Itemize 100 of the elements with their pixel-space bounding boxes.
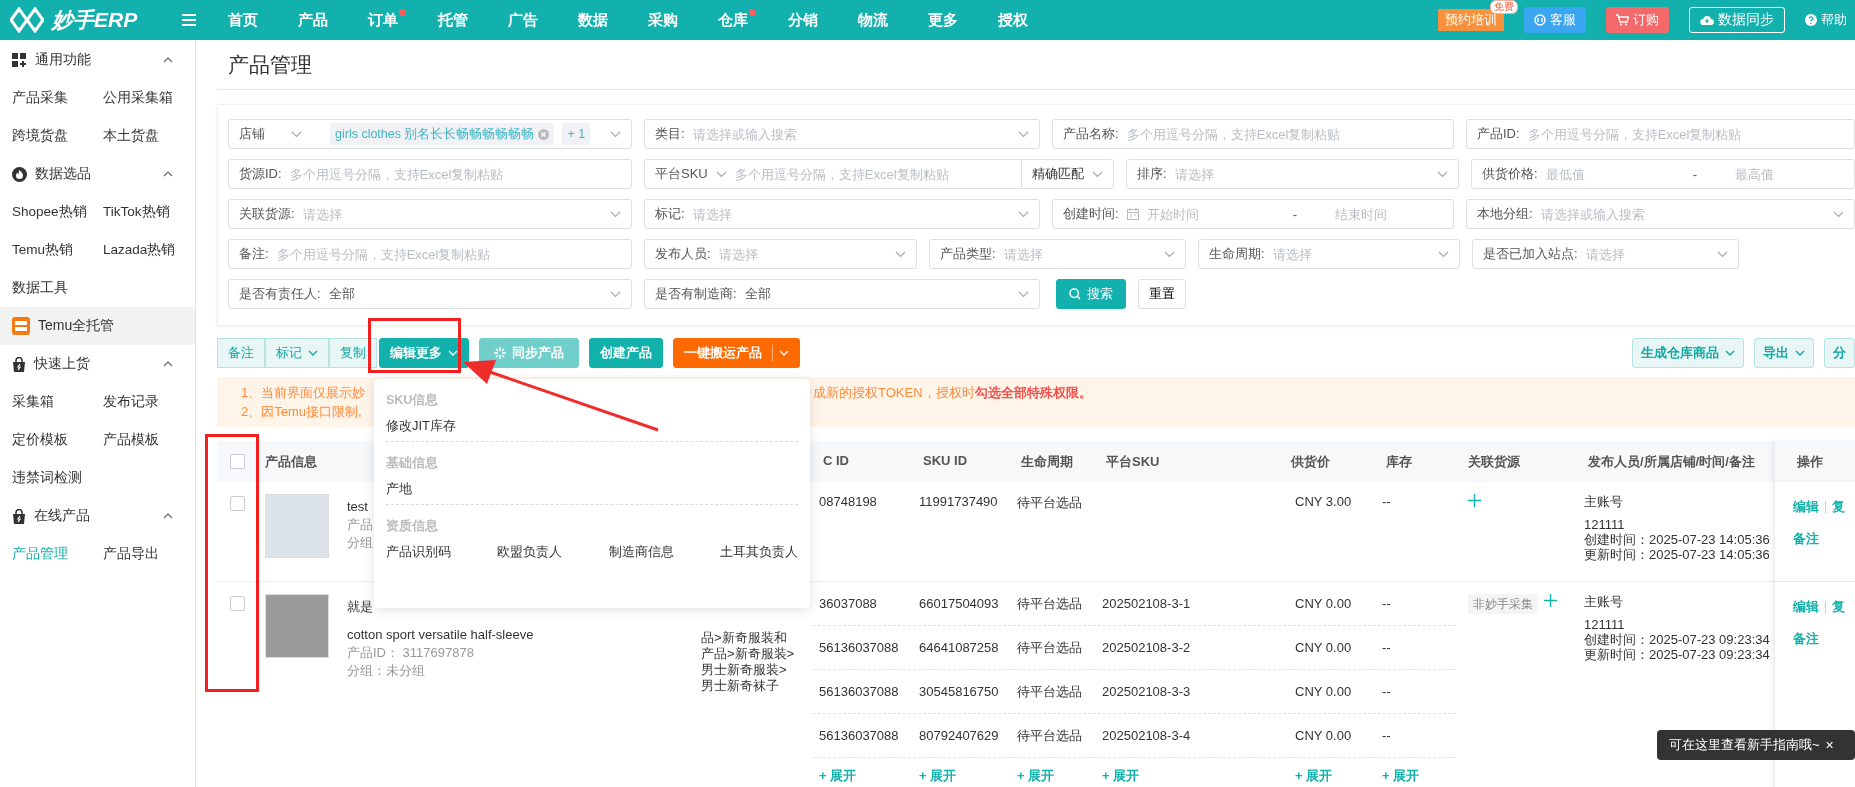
sidebar-item[interactable]: 采集箱 [12, 383, 103, 421]
field-label: 产品ID: [1477, 125, 1520, 143]
select-input[interactable]: 请选择 [1585, 246, 1709, 262]
select-field[interactable]: 是否已加入站点: 请选择 [1472, 239, 1739, 269]
publisher-text: 创建时间：2025-07-23 09:23:34 [1584, 632, 1771, 647]
field-label: 是否已加入站点: [1483, 245, 1578, 263]
select-field[interactable]: 标记: 请选择 [644, 199, 1040, 229]
publisher-text: 主账号 [1584, 494, 1624, 509]
sidebar-item[interactable]: 产品采集 [12, 79, 103, 117]
field-label: 标记: [655, 205, 685, 223]
help-icon [1805, 14, 1817, 26]
select-input[interactable]: 请选择 [302, 206, 602, 222]
text-input[interactable]: 多个用逗号分隔，支持Excel复制粘贴 [1527, 126, 1844, 142]
text-input[interactable]: 多个用逗号分隔，支持Excel复制粘贴 [276, 246, 621, 262]
menu-icon[interactable] [182, 14, 196, 26]
sidebar-link[interactable]: Temu全托管 [0, 307, 195, 345]
select-input[interactable]: 请选择 [1272, 246, 1430, 262]
range-end-input[interactable]: 最高值 [1735, 166, 1844, 182]
publisher-text: 主账号 [1584, 594, 1624, 609]
input-field[interactable]: 货源ID: 多个用逗号分隔，支持Excel复制粘贴 [228, 159, 632, 189]
select-input[interactable]: 请选择 [692, 206, 1010, 222]
range-start-input[interactable]: 开始时间 [1146, 206, 1255, 222]
category-text: 产品>新奇服装> [701, 646, 796, 662]
filter-button[interactable]: 重置 [1138, 279, 1186, 309]
select-field[interactable]: 是否有责任人: 全部 [228, 279, 632, 309]
select-field[interactable]: 是否有制造商: 全部 [644, 279, 1040, 309]
sidebar-item[interactable]: 数据工具 [12, 269, 103, 307]
text-input[interactable]: 多个用逗号分隔，支持Excel复制粘贴 [1126, 126, 1443, 142]
sidebar-item[interactable]: 定价模板 [12, 421, 103, 459]
sparkle-icon [494, 347, 506, 359]
select-field[interactable]: 类目: 请选择或输入搜索 [644, 119, 1040, 149]
table-cell: 待平台选品 [1017, 495, 1082, 510]
shop-filter-field[interactable]: 店铺 girls clothes 别名长长畅畅畅畅畅畅 + 1 [228, 119, 632, 149]
select-field[interactable]: 生命周期: 请选择 [1198, 239, 1460, 269]
text-input[interactable]: 多个用逗号分隔，支持Excel复制粘贴 [289, 166, 621, 182]
caret-icon [448, 350, 458, 356]
sidebar-item[interactable]: 违禁词检测 [12, 459, 103, 497]
checkbox[interactable] [229, 596, 245, 611]
chevron-icon [1438, 250, 1449, 258]
sidebar-item[interactable]: Shopee热销 [12, 193, 103, 231]
range-field[interactable]: 供货价格: 最低值 - 最高值 [1471, 159, 1855, 189]
caret-icon [1795, 350, 1805, 356]
table-cell: 56136037088 [819, 728, 899, 743]
clear-icon[interactable] [538, 128, 550, 140]
select-input[interactable]: 请选择 [1003, 246, 1156, 262]
select-input[interactable]: 请选择或输入搜索 [692, 126, 1010, 142]
sidebar-item[interactable]: 本土货盘 [103, 117, 194, 155]
select-input[interactable]: 请选择 [1174, 166, 1429, 182]
match-select[interactable]: 精确匹配 [1021, 160, 1113, 188]
sku-filter-field[interactable]: 平台SKU 多个用逗号分隔，支持Excel复制粘贴 精确匹配 [644, 159, 1114, 189]
cart-icon [1616, 14, 1629, 26]
range-start-input[interactable]: 最低值 [1545, 166, 1655, 182]
sidebar-item[interactable]: 发布记录 [103, 383, 194, 421]
add-icon[interactable] [1468, 494, 1481, 507]
select-input[interactable]: 请选择 [718, 246, 887, 262]
close-icon[interactable]: × [1825, 737, 1834, 753]
sidebar-item[interactable]: Temu热销 [12, 231, 103, 269]
select-input[interactable]: 请选择或输入搜索 [1540, 206, 1825, 222]
menu-item[interactable]: 欧盟负责人 [497, 543, 563, 561]
select-field[interactable]: 本地分组: 请选择或输入搜索 [1466, 199, 1855, 229]
menu-item[interactable]: 修改JIT库存 [386, 417, 457, 435]
range-field[interactable]: 创建时间: 开始时间 - 结束时间 [1052, 199, 1454, 229]
chevron-icon [715, 170, 727, 178]
field-label: 关联货源: [239, 205, 295, 223]
menu-item[interactable]: 产地 [386, 480, 412, 498]
menu-item[interactable]: 土耳其负责人 [720, 543, 798, 561]
select-field[interactable]: 排序: 请选择 [1126, 159, 1459, 189]
range-end-input[interactable]: 结束时间 [1335, 206, 1443, 222]
notice-text: 成新的授权TOKEN，授权时勾选全部特殊权限。 [813, 384, 1092, 402]
sidebar-item[interactable]: 公用采集箱 [103, 79, 194, 117]
checkbox[interactable] [229, 496, 245, 511]
table-cell: CNY 0.00 [1295, 596, 1352, 611]
column-header: 库存 [1385, 452, 1413, 471]
sidebar-item[interactable]: TikTok热销 [103, 193, 194, 231]
field-label: 货源ID: [239, 165, 282, 183]
select-input[interactable]: 全部 [328, 286, 602, 302]
add-icon[interactable] [1544, 594, 1557, 607]
table-cell: 56136037088 [819, 640, 899, 655]
select-field[interactable]: 产品类型: 请选择 [929, 239, 1186, 269]
menu-item[interactable]: 制造商信息 [608, 543, 674, 561]
sidebar-item[interactable]: 跨境货盘 [12, 117, 103, 155]
field-label: 供货价格: [1482, 165, 1538, 183]
select-field[interactable]: 发布人员: 请选择 [644, 239, 917, 269]
column-header: 关联货源 [1468, 453, 1520, 469]
chevron-icon [1833, 210, 1844, 218]
shopping-bag-icon [12, 508, 26, 524]
product-text: 产品 [347, 516, 373, 534]
input-field[interactable]: 产品ID: 多个用逗号分隔，支持Excel复制粘贴 [1466, 119, 1855, 149]
input-field[interactable]: 产品名称: 多个用逗号分隔，支持Excel复制粘贴 [1052, 119, 1454, 149]
sidebar-item[interactable]: Lazada热销 [103, 231, 194, 269]
table-cell: 202502108-3-3 [1102, 684, 1191, 699]
checkbox[interactable] [229, 454, 245, 469]
sku-input[interactable]: 多个用逗号分隔，支持Excel复制粘贴 [734, 166, 1013, 182]
select-field[interactable]: 关联货源: 请选择 [228, 199, 632, 229]
sidebar-item[interactable]: 产品导出 [103, 535, 194, 573]
table-cell: -- [1382, 640, 1391, 655]
menu-item[interactable]: 产品识别码 [386, 543, 451, 561]
select-input[interactable]: 全部 [744, 286, 1010, 302]
sidebar-item[interactable]: 产品模板 [103, 421, 194, 459]
input-field[interactable]: 备注: 多个用逗号分隔，支持Excel复制粘贴 [228, 239, 632, 269]
